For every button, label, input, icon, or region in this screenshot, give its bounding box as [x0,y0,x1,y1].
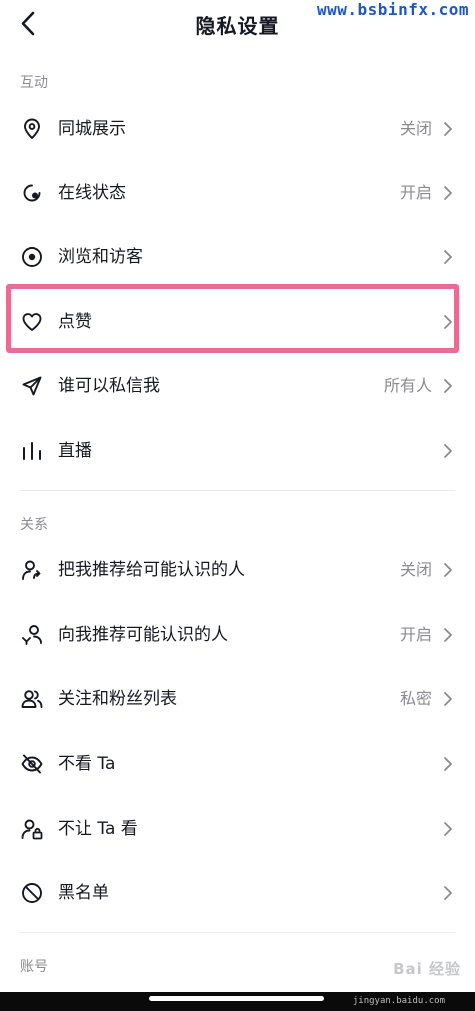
row-value: 开启 [399,183,432,202]
watermark-site: www.bsbinfx.com [317,0,469,19]
section-title-interact: 互动 [20,75,48,91]
row-value: 所有人 [383,376,432,395]
user-recommend-icon [22,625,42,645]
chevron-right-icon [444,886,452,900]
row-browse-visitors[interactable]: 浏览和访客 [0,225,475,289]
row-label: 浏览和访客 [58,247,143,267]
chevron-right-icon [444,122,452,136]
eye-off-icon [21,754,43,774]
row-nearby[interactable]: 同城展示 关闭 [0,97,475,161]
live-bars-icon [23,442,41,460]
chevron-right-icon [444,563,452,577]
row-label: 直播 [58,441,92,461]
chevron-right-icon [444,315,452,329]
row-label: 在线状态 [58,183,126,203]
chevron-right-icon [444,444,452,458]
chevron-right-icon [444,250,452,264]
row-label: 同城展示 [58,119,126,139]
section-divider [20,932,455,933]
baidu-watermark: Bai 经验 [393,960,461,978]
section-title-relation: 关系 [20,517,48,533]
row-value: 关闭 [399,560,432,579]
section-divider [20,490,455,491]
row-label: 不看 Ta [58,754,116,774]
heart-icon [22,313,42,331]
row-label: 不让 Ta 看 [58,819,138,839]
chevron-right-icon [444,186,452,200]
system-navigation-bar: jingyan.baidu.com [0,992,475,1011]
row-label: 黑名单 [58,883,109,903]
row-value: 开启 [399,625,432,644]
baidu-watermark-url: jingyan.baidu.com [352,996,445,1006]
row-value: 私密 [399,689,432,708]
home-indicator[interactable] [149,996,324,1001]
chevron-right-icon [444,822,452,836]
chevron-right-icon [444,628,452,642]
chevron-right-icon [444,692,452,706]
row-label: 点赞 [58,312,92,332]
row-likes[interactable]: 点赞 [0,290,475,354]
row-block-ta[interactable]: 不让 Ta 看 [0,797,475,861]
location-pin-icon [24,118,40,139]
row-blacklist[interactable]: 黑名单 [0,861,475,925]
row-label: 关注和粉丝列表 [58,689,177,709]
online-status-icon [23,184,41,202]
user-lock-icon [21,819,43,840]
row-who-can-message[interactable]: 谁可以私信我 所有人 [0,354,475,418]
row-live[interactable]: 直播 [0,419,475,483]
row-hide-ta[interactable]: 不看 Ta [0,732,475,796]
chevron-right-icon [444,757,452,771]
row-value: 关闭 [399,119,432,138]
paper-plane-icon [22,376,42,396]
row-online-status[interactable]: 在线状态 开启 [0,161,475,225]
row-label: 谁可以私信我 [58,376,160,396]
section-title-account: 账号 [20,959,48,975]
row-label: 把我推荐给可能认识的人 [58,560,245,580]
block-icon [22,883,42,903]
users-icon [21,690,43,708]
row-recommend-to-me[interactable]: 向我推荐可能认识的人 开启 [0,603,475,667]
row-recommend-me[interactable]: 把我推荐给可能认识的人 关闭 [0,538,475,602]
eye-icon [22,247,42,267]
chevron-right-icon [444,379,452,393]
row-label: 向我推荐可能认识的人 [58,625,228,645]
user-share-icon [22,560,41,580]
row-follow-list[interactable]: 关注和粉丝列表 私密 [0,667,475,731]
